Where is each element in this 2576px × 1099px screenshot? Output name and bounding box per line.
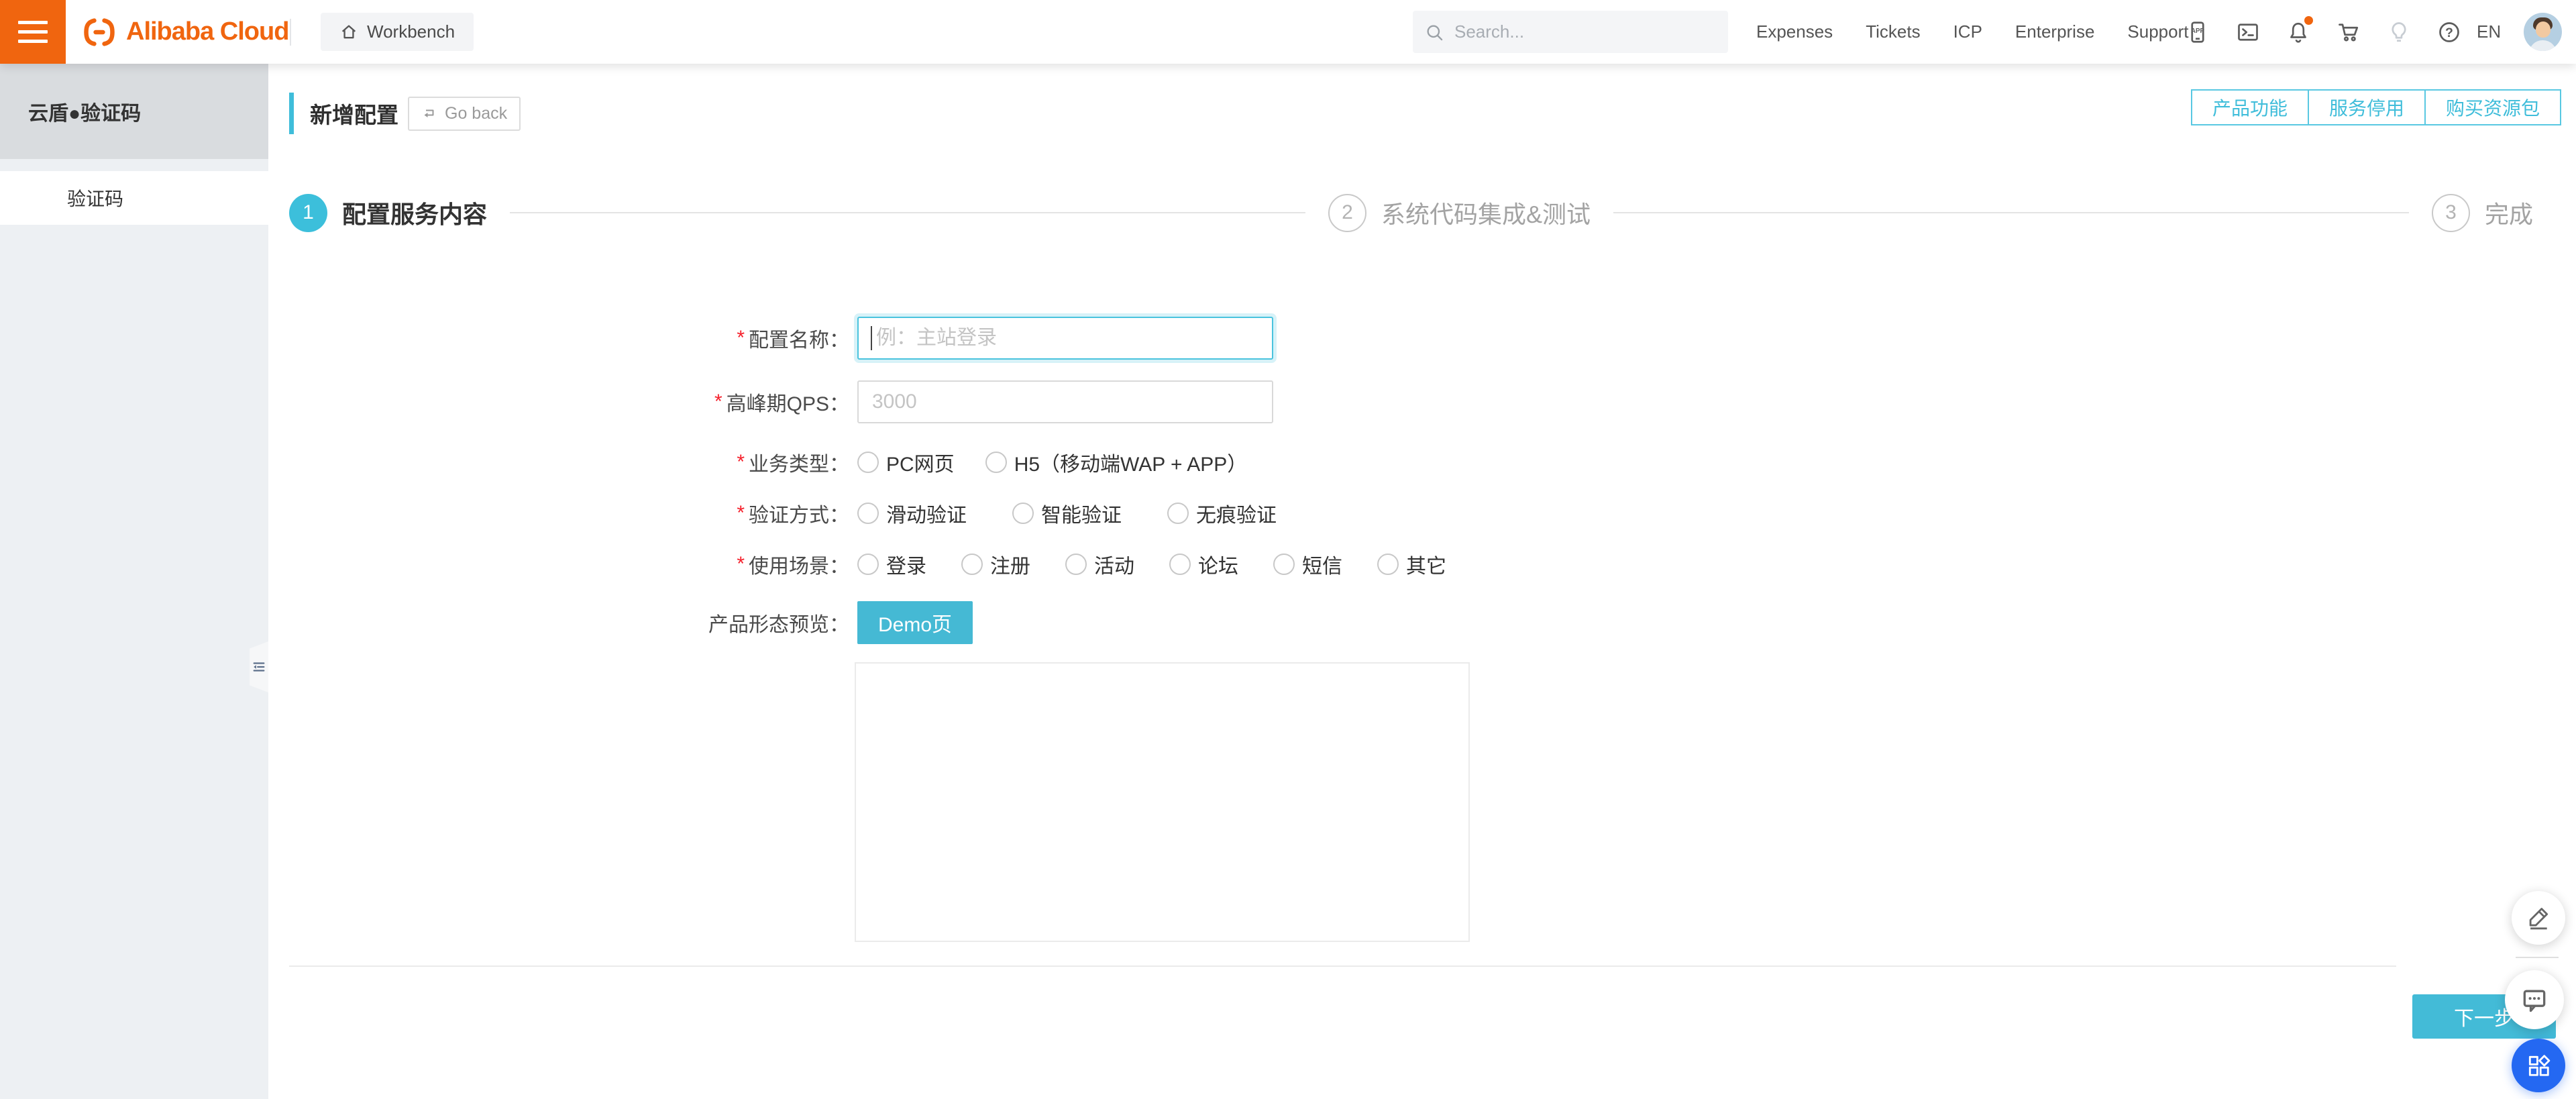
- radio-icon[interactable]: [1012, 503, 1034, 524]
- radio-icon[interactable]: [1169, 554, 1191, 575]
- fab-separator: [2516, 957, 2559, 958]
- footer-divider: [289, 965, 2396, 967]
- console-icon[interactable]: [2236, 20, 2260, 44]
- radio-icon[interactable]: [1065, 554, 1087, 575]
- scene-option-activity[interactable]: 活动: [1065, 550, 1134, 579]
- peak-qps-input[interactable]: [857, 380, 1273, 423]
- workbench-button[interactable]: Workbench: [321, 13, 474, 51]
- top-nav: Alibaba Cloud Workbench Expenses Tickets…: [0, 0, 2576, 64]
- radio-icon[interactable]: [985, 452, 1007, 473]
- business-type-row: * 业务类型： PC网页 H5（移动端WAP + APP）: [289, 449, 1247, 476]
- verify-option-smart[interactable]: 智能验证: [1012, 499, 1122, 528]
- chat-bubble-icon: [2523, 990, 2546, 1012]
- verify-mode-row: * 验证方式： 滑动验证 智能验证 无痕验证: [289, 500, 1277, 527]
- nav-divider: [290, 19, 291, 46]
- sidebar-product-title: 云盾●验证码: [0, 64, 268, 159]
- collapse-menu-icon: [253, 662, 265, 672]
- radio-icon[interactable]: [1377, 554, 1399, 575]
- hamburger-icon: [18, 21, 48, 24]
- biz-type-option-pc[interactable]: PC网页: [857, 448, 955, 477]
- help-icon[interactable]: ?: [2437, 20, 2461, 44]
- required-mark: *: [737, 502, 745, 524]
- biz-type-option-h5[interactable]: H5（移动端WAP + APP）: [985, 448, 1247, 477]
- preview-row: 产品形态预览： Demo页: [289, 601, 973, 644]
- required-mark: *: [737, 327, 745, 349]
- sidebar-item-captcha[interactable]: 验证码: [0, 171, 268, 225]
- radio-icon[interactable]: [1273, 554, 1295, 575]
- nav-item-enterprise[interactable]: Enterprise: [2015, 21, 2095, 42]
- scene-option-register[interactable]: 注册: [961, 550, 1030, 579]
- cart-icon[interactable]: [2337, 20, 2361, 44]
- home-icon: [341, 25, 356, 38]
- config-name-label: * 配置名称：: [737, 327, 849, 352]
- sidebar-collapse-handle[interactable]: [250, 641, 268, 692]
- config-name-row: * 配置名称：: [289, 316, 1273, 360]
- verify-mode-label: * 验证方式：: [737, 502, 849, 527]
- peak-qps-label: * 高峰期QPS：: [714, 390, 849, 415]
- sidebar: 云盾●验证码 验证码: [0, 64, 268, 1099]
- nav-item-icp[interactable]: ICP: [1953, 21, 1982, 42]
- pencil-icon: [2529, 908, 2548, 930]
- workbench-label: Workbench: [367, 21, 455, 42]
- scene-option-login[interactable]: 登录: [857, 550, 926, 579]
- config-form: * 配置名称： * 高峰期QPS： * 业务类型： PC网页: [268, 64, 2576, 1099]
- support-chat-fab[interactable]: [2505, 970, 2564, 1029]
- apps-widget-fab[interactable]: [2512, 1039, 2565, 1092]
- nav-item-tickets[interactable]: Tickets: [1866, 21, 1920, 42]
- user-avatar[interactable]: [2524, 13, 2562, 51]
- radio-icon[interactable]: [857, 503, 879, 524]
- radio-icon[interactable]: [961, 554, 983, 575]
- global-search[interactable]: [1413, 11, 1728, 53]
- scene-row: * 使用场景： 登录 注册 活动 论坛 短信 其它: [289, 551, 1446, 578]
- alibaba-cloud-logo-icon: [84, 17, 115, 46]
- preview-label: 产品形态预览：: [708, 614, 849, 636]
- widgets-icon: [2528, 1055, 2551, 1076]
- verify-option-invisible[interactable]: 无痕验证: [1167, 499, 1277, 528]
- notifications-bell-icon[interactable]: [2286, 15, 2313, 44]
- search-icon: [1427, 25, 1443, 40]
- radio-icon[interactable]: [857, 554, 879, 575]
- alibaba-cloud-logo[interactable]: Alibaba Cloud: [82, 0, 289, 64]
- radio-icon[interactable]: [1167, 503, 1189, 524]
- top-nav-icons: APP ?: [2186, 0, 2461, 64]
- business-type-label: * 业务类型：: [737, 451, 849, 476]
- nav-item-expenses[interactable]: Expenses: [1756, 21, 1833, 42]
- required-mark: *: [737, 553, 745, 575]
- verify-option-slide[interactable]: 滑动验证: [857, 499, 967, 528]
- config-name-input[interactable]: [857, 317, 1273, 360]
- search-input[interactable]: [1453, 21, 1716, 43]
- mobile-app-icon[interactable]: APP: [2186, 20, 2210, 44]
- logo-text: Alibaba Cloud: [126, 17, 289, 46]
- demo-preview-panel: [855, 662, 1470, 942]
- scene-label: * 使用场景：: [737, 553, 849, 578]
- peak-qps-row: * 高峰期QPS：: [289, 380, 1273, 424]
- required-mark: *: [714, 390, 722, 413]
- required-mark: *: [737, 451, 745, 473]
- scene-option-sms[interactable]: 短信: [1273, 550, 1342, 579]
- scene-option-other[interactable]: 其它: [1377, 550, 1446, 579]
- svg-text:APP: APP: [2191, 27, 2205, 34]
- demo-page-button[interactable]: Demo页: [857, 601, 973, 644]
- hamburger-menu-button[interactable]: [0, 0, 66, 64]
- lightbulb-icon[interactable]: [2387, 20, 2411, 44]
- scene-option-forum[interactable]: 论坛: [1169, 550, 1238, 579]
- top-nav-menu: Expenses Tickets ICP Enterprise Support: [1756, 0, 2189, 64]
- nav-item-support[interactable]: Support: [2127, 21, 2188, 42]
- notification-badge: [2304, 15, 2313, 25]
- svg-text:?: ?: [2445, 25, 2453, 40]
- text-caret: [871, 326, 872, 350]
- feedback-fab[interactable]: [2512, 891, 2565, 945]
- locale-switcher[interactable]: EN: [2477, 0, 2501, 64]
- radio-icon[interactable]: [857, 452, 879, 473]
